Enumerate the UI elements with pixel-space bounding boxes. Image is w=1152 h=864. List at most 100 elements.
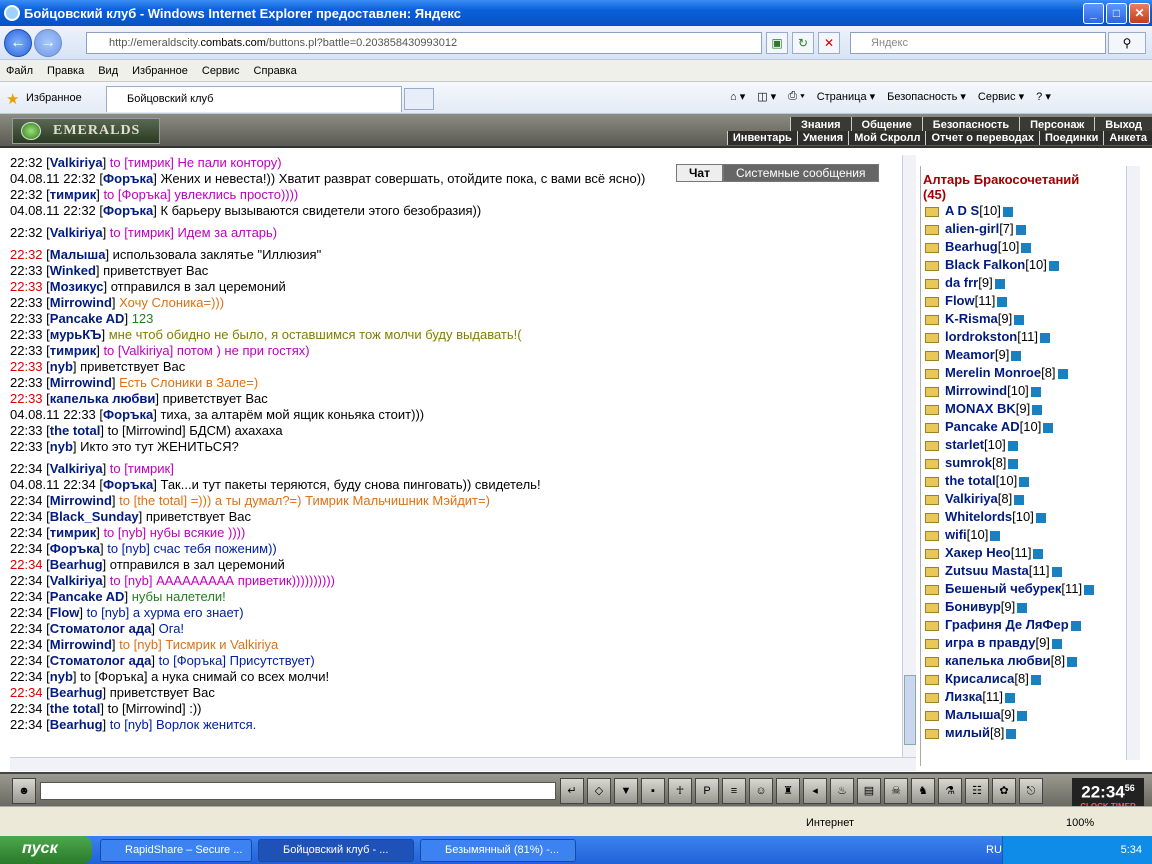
- chat-recipient[interactable]: to [Mirrowind]: [108, 423, 186, 438]
- player-name[interactable]: alien-girl: [945, 221, 999, 236]
- private-message-icon[interactable]: [925, 674, 939, 685]
- player-name[interactable]: K-Risma: [945, 311, 998, 326]
- info-icon[interactable]: [1067, 656, 1078, 667]
- private-message-icon[interactable]: [925, 404, 939, 415]
- menu-transfers[interactable]: Отчет о переводах: [925, 131, 1040, 145]
- player-name[interactable]: Лизка: [945, 689, 982, 704]
- book-icon[interactable]: ▤: [857, 778, 881, 804]
- player-item[interactable]: Малыша[9]: [921, 706, 1126, 724]
- menu-profile[interactable]: Анкета: [1103, 131, 1152, 145]
- search-icon[interactable]: ⚲: [1108, 32, 1146, 54]
- chat-recipient[interactable]: to [тимрик]: [110, 225, 174, 240]
- menu-inventory[interactable]: Инвентарь: [726, 131, 797, 145]
- chat-nick[interactable]: Форъка: [103, 477, 153, 492]
- chat-nick[interactable]: Bearhug: [50, 557, 103, 572]
- private-message-icon[interactable]: [925, 530, 939, 541]
- private-message-icon[interactable]: [925, 728, 939, 739]
- tools-menu[interactable]: Сервис ▾: [978, 90, 1024, 103]
- chat-recipient[interactable]: to [Valkiriya]: [103, 343, 173, 358]
- close-button[interactable]: ✕: [1129, 3, 1150, 24]
- menu-help[interactable]: Справка: [254, 65, 297, 77]
- task-combats[interactable]: Бойцовский клуб - ...: [258, 839, 414, 862]
- private-message-icon[interactable]: [925, 206, 939, 217]
- info-icon[interactable]: [1021, 242, 1032, 253]
- info-icon[interactable]: [1002, 206, 1013, 217]
- list-icon[interactable]: ≡: [722, 778, 746, 804]
- player-name[interactable]: Хакер Нео: [945, 545, 1011, 560]
- player-item[interactable]: MONAX BK[9]: [921, 400, 1126, 418]
- private-message-icon[interactable]: [925, 332, 939, 343]
- private-message-icon[interactable]: [925, 476, 939, 487]
- chat-nick[interactable]: nyb: [50, 439, 73, 454]
- language-indicator[interactable]: RU: [986, 844, 1002, 856]
- player-item[interactable]: the total[10]: [921, 472, 1126, 490]
- chat-nick[interactable]: nyb: [50, 359, 73, 374]
- potion-icon[interactable]: ⚗: [938, 778, 962, 804]
- player-item[interactable]: Bearhug[10]: [921, 238, 1126, 256]
- chat-recipient[interactable]: to [nyb]: [103, 525, 146, 540]
- address-field[interactable]: http://emeraldscity.combats.com/buttons.…: [86, 32, 762, 54]
- player-item[interactable]: Whitelords[10]: [921, 508, 1126, 526]
- player-item[interactable]: da frr[9]: [921, 274, 1126, 292]
- chat-nick[interactable]: тимрик: [50, 525, 96, 540]
- private-message-icon[interactable]: [925, 386, 939, 397]
- chat-nick[interactable]: Pancake AD: [50, 311, 125, 326]
- private-message-icon[interactable]: [925, 350, 939, 361]
- player-name[interactable]: wifi: [945, 527, 967, 542]
- private-message-icon[interactable]: [925, 710, 939, 721]
- info-icon[interactable]: [1070, 620, 1081, 631]
- player-name[interactable]: игра в правду: [945, 635, 1035, 650]
- page-menu[interactable]: Страница ▾: [817, 90, 875, 103]
- menu-skills[interactable]: Умения: [796, 131, 849, 145]
- private-message-icon[interactable]: [925, 602, 939, 613]
- player-name[interactable]: Whitelords: [945, 509, 1012, 524]
- emoji-icon[interactable]: ☺: [749, 778, 773, 804]
- player-name[interactable]: Flow: [945, 293, 975, 308]
- feeds-icon[interactable]: ◫ ▾: [757, 90, 776, 103]
- chat-recipient[interactable]: to [nyb]: [110, 573, 153, 588]
- chat-nick[interactable]: Black_Sunday: [50, 509, 139, 524]
- info-icon[interactable]: [1043, 422, 1054, 433]
- private-message-icon[interactable]: [925, 494, 939, 505]
- maximize-button[interactable]: □: [1106, 3, 1127, 24]
- info-icon[interactable]: [1008, 458, 1019, 469]
- player-name[interactable]: Black Falkon: [945, 257, 1025, 272]
- player-item[interactable]: Valkiriya[8]: [921, 490, 1126, 508]
- eraser-icon[interactable]: ◇: [587, 778, 611, 804]
- zoom-level[interactable]: 100%: [1066, 817, 1094, 829]
- scroll-left-icon[interactable]: ◂: [803, 778, 827, 804]
- chat-nick[interactable]: капелька любви: [50, 391, 156, 406]
- private-message-icon[interactable]: [925, 278, 939, 289]
- room-scrollbar[interactable]: [1126, 166, 1140, 760]
- save-icon[interactable]: ▪: [641, 778, 665, 804]
- info-icon[interactable]: [1035, 512, 1046, 523]
- back-button[interactable]: ←: [4, 29, 32, 57]
- menu-battles[interactable]: Поединки: [1039, 131, 1104, 145]
- chat-nick[interactable]: Форъка: [103, 407, 153, 422]
- player-item[interactable]: A D S[10]: [921, 202, 1126, 220]
- info-icon[interactable]: [1007, 440, 1018, 451]
- private-message-icon[interactable]: [925, 224, 939, 235]
- chat-nick[interactable]: Стоматолог ада: [50, 621, 152, 636]
- player-name[interactable]: Mirrowind: [945, 383, 1007, 398]
- new-tab-button[interactable]: [404, 88, 434, 110]
- player-name[interactable]: MONAX BK: [945, 401, 1016, 416]
- info-icon[interactable]: [1005, 692, 1016, 703]
- chat-nick[interactable]: Bearhug: [50, 685, 103, 700]
- player-item[interactable]: Крисалиса[8]: [921, 670, 1126, 688]
- private-message-icon[interactable]: [925, 296, 939, 307]
- info-icon[interactable]: [1017, 710, 1028, 721]
- chat-nick[interactable]: тимрик: [50, 187, 96, 202]
- player-name[interactable]: милый: [945, 725, 990, 740]
- chat-nick[interactable]: Valkiriya: [50, 155, 103, 170]
- paw-icon[interactable]: ✿: [992, 778, 1016, 804]
- walk-icon[interactable]: ☥: [668, 778, 692, 804]
- info-icon[interactable]: [1051, 638, 1062, 649]
- player-item[interactable]: Бешеный чебурек[11]: [921, 580, 1126, 598]
- player-item[interactable]: Бонивур[9]: [921, 598, 1126, 616]
- chat-scrollbar[interactable]: [902, 155, 916, 757]
- chat-recipient[interactable]: to [Mirrowind]: [108, 701, 186, 716]
- help-icon[interactable]: ? ▾: [1036, 90, 1051, 103]
- chat-nick[interactable]: Pancake AD: [50, 589, 125, 604]
- player-item[interactable]: Zutsuu Masta[11]: [921, 562, 1126, 580]
